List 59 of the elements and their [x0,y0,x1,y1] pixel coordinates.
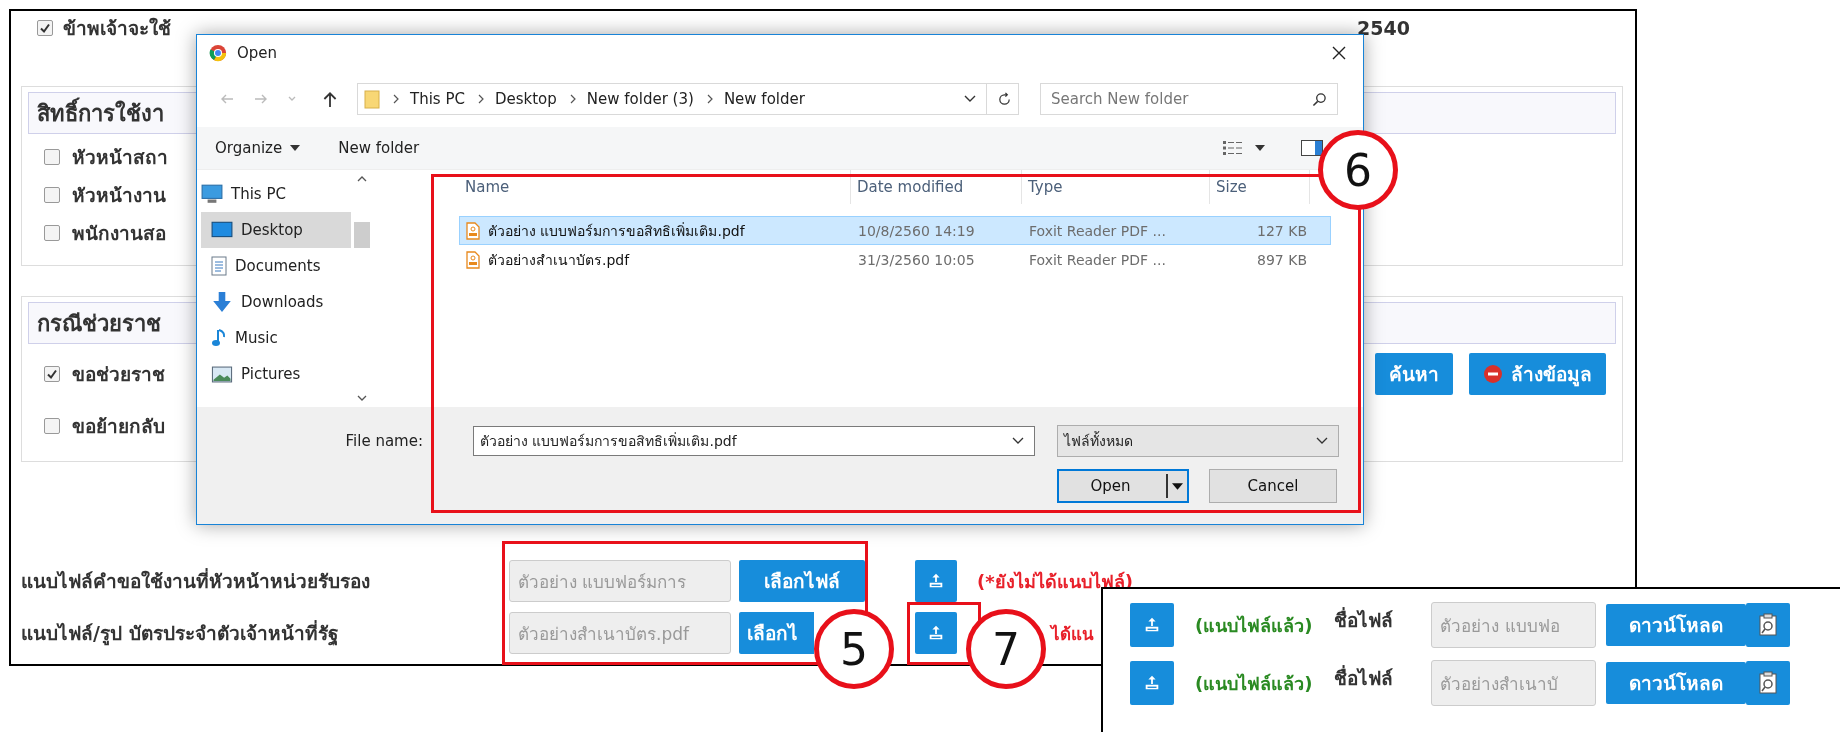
clear-button[interactable]: ล้างข้อมูล [1469,353,1606,395]
column-header[interactable]: Size [1210,170,1310,204]
download-button[interactable]: ดาวน์โหลด [1606,604,1747,646]
column-header[interactable]: Name [459,170,851,204]
section-title: กรณีช่วยราช [37,309,161,338]
breadcrumb-item[interactable]: Desktop [494,90,557,108]
file-name: ตัวอย่างสำเนาบัตร.pdf [488,250,630,270]
file-date: 10/8/2560 14:19 [857,222,976,239]
attachment-status: (*ยังไม่ได้แนบไฟล์) [977,569,1133,594]
address-bar[interactable]: This PC Desktop New folder (3) New folder [357,83,1019,115]
choose-file-button[interactable]: เลือกไ [739,612,814,654]
attachment-label: แนบไฟล์/รูป บัตรประจำตัวเจ้าหน้าที่รัฐ [21,619,339,648]
consent-text: 2540 [1357,17,1410,39]
cancel-button[interactable]: Cancel [1209,469,1337,503]
step-number: 7 [966,609,1046,689]
option-label: พนักงานสอ [72,221,166,246]
file-type: Foxit Reader PDF ... [1028,222,1167,239]
file-size: 897 KB [1256,251,1308,268]
file-name-input[interactable]: ตัวอย่าง แบบฟอร์มการขอสิทธิเพิ่มเติม.pdf [473,426,1035,456]
file-type: Foxit Reader PDF ... [1028,251,1167,268]
new-folder-button[interactable]: New folder [338,139,420,157]
file-size: 127 KB [1256,222,1308,239]
file-date: 31/3/2560 10:05 [857,251,976,268]
section-title: สิทธิ์การใช้งา [37,95,164,131]
nav-item[interactable]: Desktop [201,212,351,248]
attachment-status: ได้แน [1051,622,1094,646]
open-button[interactable]: Open [1057,469,1189,503]
search-field[interactable]: Search New folder [1040,83,1338,115]
option-label: หัวหน้างาน [72,183,166,208]
consent-text: ข้าพเจ้าจะใช้ [63,16,171,41]
breadcrumb-item[interactable]: New folder (3) [586,90,694,108]
nav-item[interactable]: Documents [201,248,351,284]
file-name: ตัวอย่าง แบบฟอร์มการขอสิทธิเพิ่มเติม.pdf [488,221,745,241]
nav-item[interactable]: This PC [201,176,351,212]
option-label: ขอช่วยราช [72,362,165,387]
column-header[interactable]: Type [1022,170,1210,204]
file-name-label: ชื่อไฟล์ [1334,606,1394,633]
nav-item[interactable]: Downloads [201,284,351,320]
attachment-status: (แนบไฟล์แล้ว) [1195,671,1313,696]
choose-file-button[interactable]: เลือกไฟล์ [739,560,865,602]
breadcrumb-item[interactable]: This PC [410,90,465,108]
attachment-label: แนบไฟล์คำขอใช้งานที่หัวหน้าหน่วยรับรอง [21,567,371,594]
breadcrumb-item[interactable]: New folder [723,90,805,108]
column-header[interactable]: Date modified [851,170,1022,204]
search-button[interactable]: ค้นหา [1375,353,1453,395]
file-type-dropdown[interactable]: ไฟล์ทั้งหมด [1057,425,1339,457]
organize-menu[interactable]: Organize [215,139,301,157]
download-button[interactable]: ดาวน์โหลด [1606,662,1747,704]
file-name-label: File name: [344,432,424,450]
attachment-status: (แนบไฟล์แล้ว) [1195,613,1313,638]
dialog-title: Open [237,44,278,62]
nav-item[interactable]: Pictures [201,356,351,392]
option-label: หัวหน้าสถา [72,145,168,170]
file-row[interactable]: ตัวอย่างสำเนาบัตร.pdf 31/3/2560 10:05 Foxit Reader PDF ... 897 KB [459,245,1331,274]
step-number: 5 [814,609,894,689]
file-row[interactable]: ตัวอย่าง แบบฟอร์มการขอสิทธิเพิ่มเติม.pdf 10/8/2560 14:19 Foxit Reader PDF ... 127 KB [459,216,1331,245]
option-label: ขอย้ายกลับ [72,414,165,439]
file-name-label: ชื่อไฟล์ [1334,664,1394,691]
nav-item[interactable]: Music [201,320,351,356]
